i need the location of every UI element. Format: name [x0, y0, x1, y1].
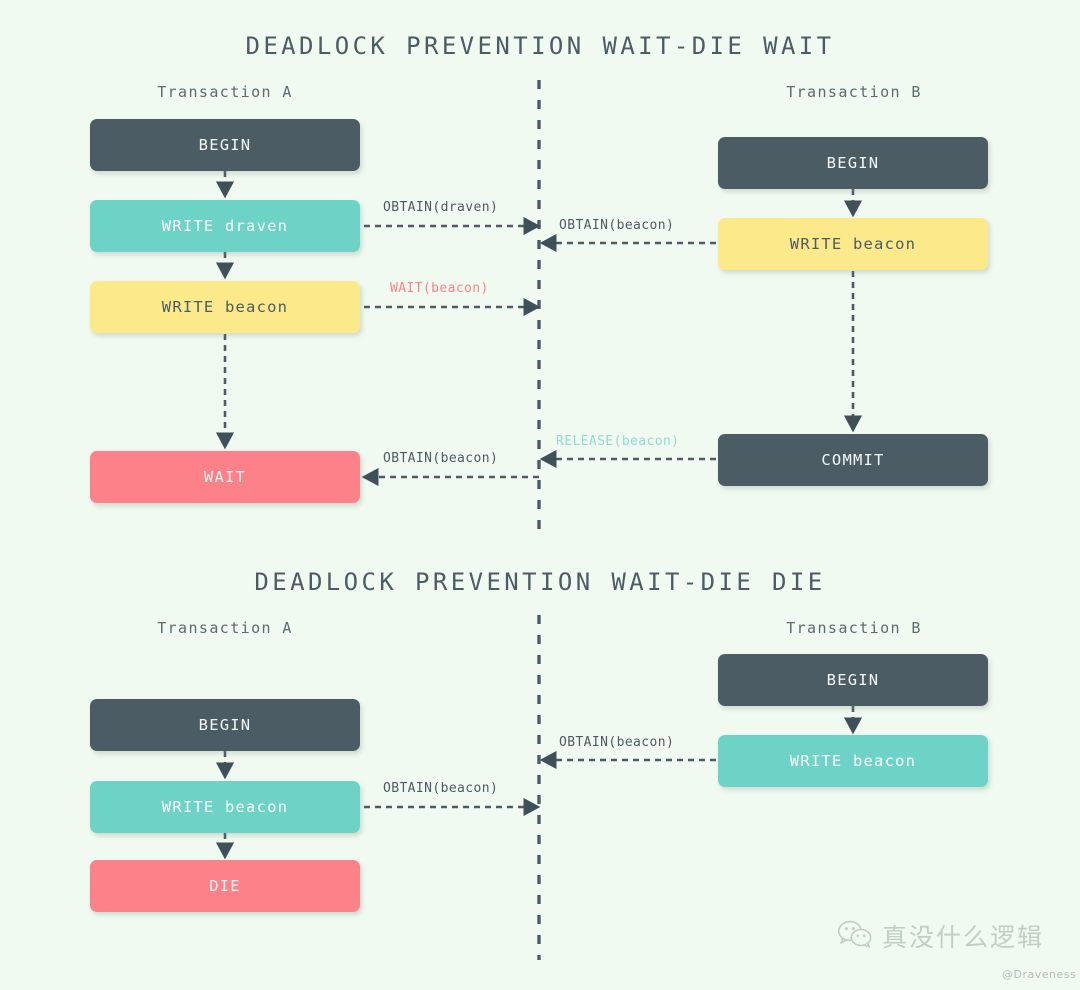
- edge-label-obtain-beacon-a: OBTAIN(beacon): [383, 451, 499, 466]
- edge-label-obtain-beacon-b: OBTAIN(beacon): [559, 218, 675, 233]
- watermark-text: 真没什么逻辑: [882, 923, 1045, 952]
- node-a-begin[interactable]: BEGIN: [90, 119, 360, 171]
- column-header-transaction-b-1: Transaction B: [786, 83, 922, 101]
- node-b-commit[interactable]: COMMIT: [718, 434, 988, 486]
- edge-label-release-beacon: RELEASE(beacon): [556, 434, 680, 449]
- node-c-begin[interactable]: BEGIN: [90, 699, 360, 751]
- column-header-transaction-a-2: Transaction A: [157, 619, 293, 637]
- node-b-begin[interactable]: BEGIN: [718, 137, 988, 189]
- node-d-write-beacon[interactable]: WRITE beacon: [718, 735, 988, 787]
- wechat-icon: [838, 920, 872, 952]
- edge-label-obtain-draven: OBTAIN(draven): [383, 200, 499, 215]
- edge-label-obtain-beacon-c: OBTAIN(beacon): [383, 781, 499, 796]
- node-c-die[interactable]: DIE: [90, 860, 360, 912]
- watermark-handle: @Draveness: [1002, 968, 1077, 981]
- node-c-write-beacon[interactable]: WRITE beacon: [90, 781, 360, 833]
- node-a-write-draven[interactable]: WRITE draven: [90, 200, 360, 252]
- column-header-transaction-a-1: Transaction A: [157, 83, 293, 101]
- edge-label-wait-beacon: WAIT(beacon): [390, 281, 489, 296]
- node-d-begin[interactable]: BEGIN: [718, 654, 988, 706]
- diagram-title-wait: DEADLOCK PREVENTION WAIT-DIE WAIT: [245, 32, 835, 60]
- node-a-write-beacon[interactable]: WRITE beacon: [90, 281, 360, 333]
- watermark: 真没什么逻辑: [838, 918, 1044, 954]
- diagram-title-die: DEADLOCK PREVENTION WAIT-DIE DIE: [254, 568, 826, 596]
- diagram-canvas: DEADLOCK PREVENTION WAIT-DIE WAIT Transa…: [0, 0, 1080, 990]
- edge-label-obtain-beacon-d: OBTAIN(beacon): [559, 735, 675, 750]
- column-header-transaction-b-2: Transaction B: [786, 619, 922, 637]
- node-a-wait[interactable]: WAIT: [90, 451, 360, 503]
- node-b-write-beacon[interactable]: WRITE beacon: [718, 218, 988, 270]
